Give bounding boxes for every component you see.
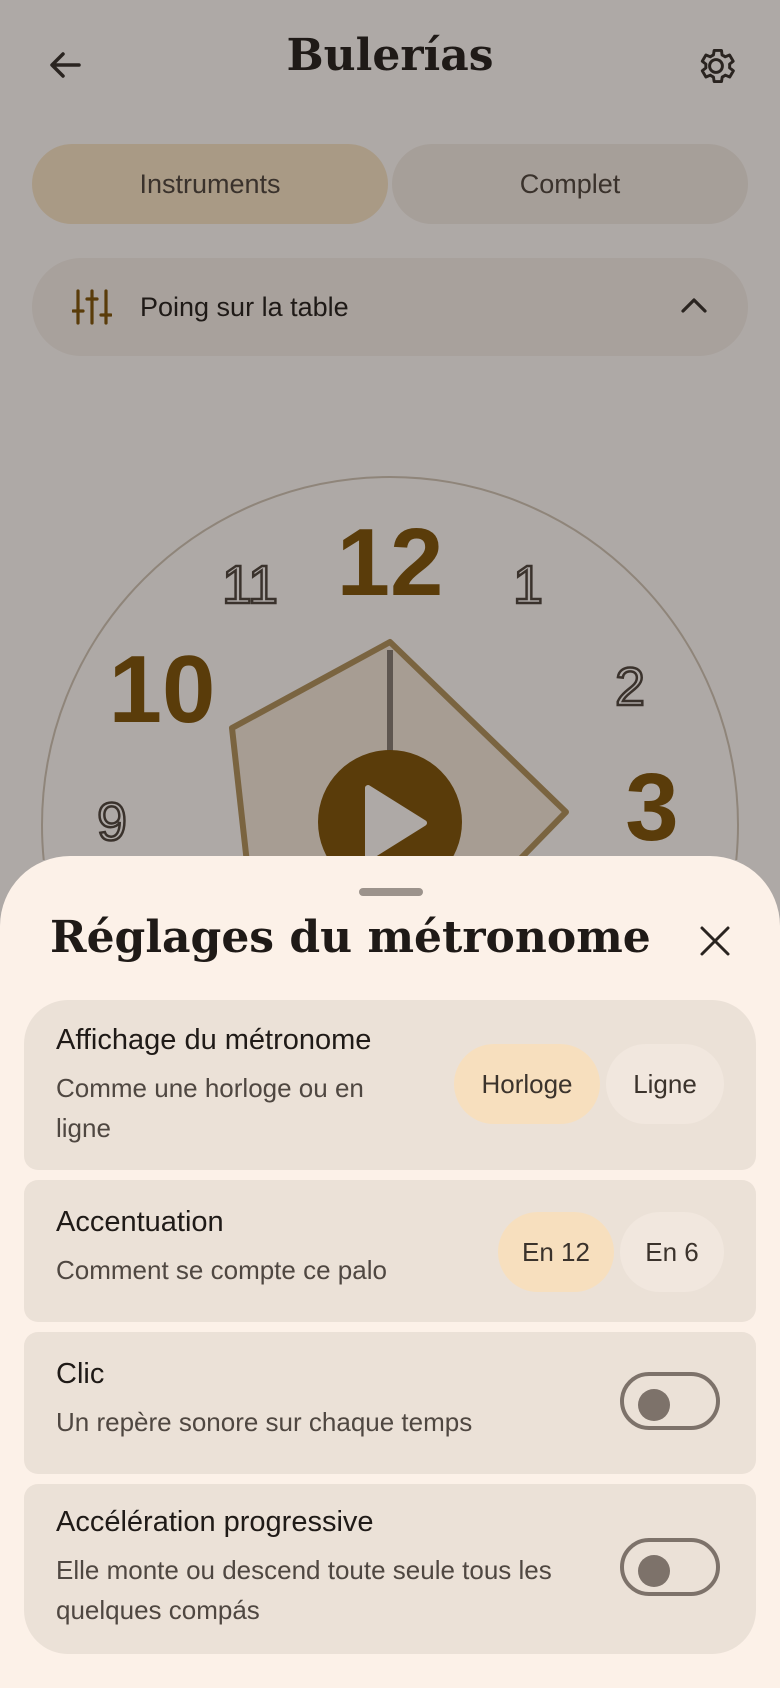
- sliders-icon: [72, 289, 112, 325]
- setting-title: Clic: [56, 1358, 105, 1390]
- close-icon: [700, 926, 730, 956]
- view-tabs: Instruments Complet: [32, 144, 748, 224]
- setting-description: Comme une horloge ou en ligne: [56, 1073, 364, 1143]
- close-button[interactable]: [690, 916, 740, 966]
- clic-toggle[interactable]: [620, 1372, 720, 1430]
- gear-icon: [700, 48, 735, 84]
- settings-button[interactable]: [690, 40, 742, 92]
- setting-description: Elle monte ou descend toute seule tous l…: [56, 1555, 552, 1625]
- toggle-knob: [638, 1555, 670, 1587]
- chevron-up-icon: [681, 298, 707, 313]
- setting-title: Affichage du métronome: [56, 1024, 372, 1056]
- tab-instruments[interactable]: Instruments: [32, 144, 388, 224]
- clock-number-12: 12: [337, 509, 444, 616]
- sheet-title: Réglages du métronome: [50, 912, 651, 963]
- clock-number-1: 1: [513, 555, 543, 615]
- setting-description: Un repère sonore sur chaque temps: [56, 1407, 473, 1437]
- setting-title: Accentuation: [56, 1206, 224, 1238]
- page-title: Bulerías: [286, 30, 494, 81]
- setting-description: Comment se compte ce palo: [56, 1255, 387, 1285]
- instrument-label: Poing sur la table: [140, 291, 349, 322]
- tab-complet[interactable]: Complet: [392, 144, 748, 224]
- setting-title: Accélération progressive: [56, 1506, 374, 1538]
- clock-number-3: 3: [625, 754, 678, 860]
- metronome-settings-sheet: Réglages du métronome Affichage du métro…: [0, 856, 780, 1688]
- instrument-selector[interactable]: Poing sur la table: [32, 258, 748, 356]
- clock-number-11: 11: [222, 555, 278, 615]
- setting-acceleration: Accélération progressive Elle monte ou d…: [24, 1484, 756, 1654]
- drag-handle[interactable]: [359, 888, 423, 896]
- setting-clic: Clic Un repère sonore sur chaque temps: [24, 1332, 756, 1474]
- option-en-6[interactable]: En 6: [620, 1212, 724, 1292]
- acceleration-toggle[interactable]: [620, 1538, 720, 1596]
- option-en-12[interactable]: En 12: [498, 1212, 614, 1292]
- clock-number-9: 9: [97, 792, 127, 852]
- clock-metronome: 12 1 2 3 9 10 11: [0, 460, 780, 1174]
- setting-accentuation: Accentuation Comment se compte ce palo E…: [24, 1180, 756, 1322]
- clock-face: 12 1 2 3 9 10 11: [41, 476, 739, 1174]
- top-bar: Bulerías: [0, 0, 780, 130]
- toggle-knob: [638, 1389, 670, 1421]
- option-horloge[interactable]: Horloge: [454, 1044, 600, 1124]
- clock-number-2: 2: [615, 657, 645, 717]
- option-ligne[interactable]: Ligne: [606, 1044, 724, 1124]
- setting-display-mode: Affichage du métronome Comme une horloge…: [24, 1000, 756, 1170]
- clock-number-10: 10: [109, 636, 216, 743]
